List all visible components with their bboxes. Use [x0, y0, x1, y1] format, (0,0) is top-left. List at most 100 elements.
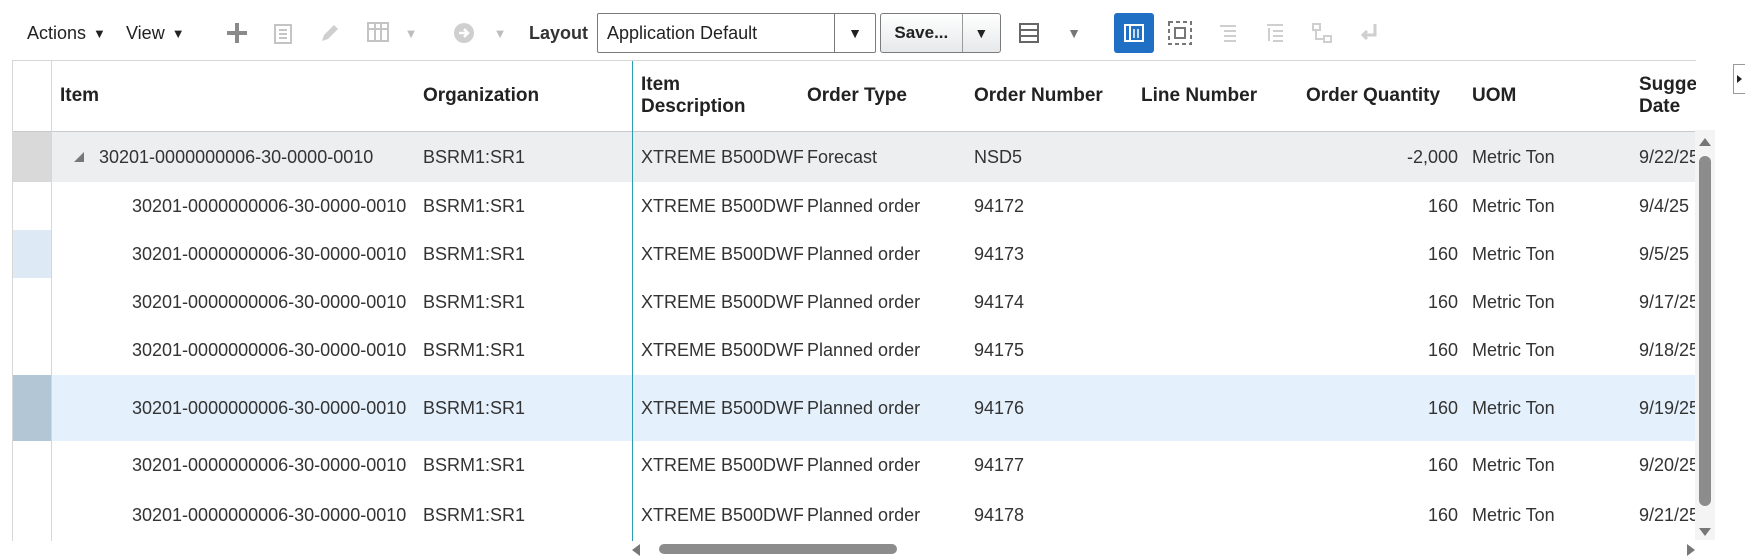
- table-header: Item Organization Item Description Order…: [13, 61, 1696, 132]
- organization-cell: BSRM1:SR1: [423, 504, 526, 525]
- actions-menu-label: Actions: [27, 22, 87, 43]
- order-type-cell: Planned order: [807, 454, 921, 475]
- table-row[interactable]: 30201-0000000006-30-0000-0010 BSRM1:SR1 …: [13, 278, 1696, 327]
- column-header-order-number[interactable]: Order Number: [974, 61, 1134, 131]
- duplicate-button[interactable]: [267, 13, 299, 53]
- row-selector[interactable]: [13, 230, 52, 278]
- row-selector[interactable]: [13, 375, 52, 441]
- table-row[interactable]: 30201-0000000006-30-0000-0010 BSRM1:SR1 …: [13, 326, 1696, 376]
- organization-cell: BSRM1:SR1: [423, 340, 526, 360]
- columns-icon: [367, 22, 389, 42]
- horizontal-scroll-thumb[interactable]: [659, 544, 897, 554]
- detach-button[interactable]: [1164, 13, 1196, 53]
- order-quantity-cell: 160: [1427, 243, 1458, 264]
- wrap-button[interactable]: [1353, 13, 1385, 53]
- chevron-right-icon: [1737, 75, 1742, 83]
- columns-dropdown[interactable]: ▼: [399, 13, 423, 53]
- go-button[interactable]: [448, 13, 480, 53]
- chevron-down-icon: ▼: [974, 25, 989, 41]
- format-dropdown[interactable]: ▼: [1060, 13, 1088, 53]
- table-row[interactable]: 30201-0000000006-30-0000-0010 BSRM1:SR1 …: [13, 441, 1696, 490]
- expand-all-button[interactable]: [1212, 13, 1244, 53]
- chevron-down-icon: ▼: [171, 25, 185, 41]
- scroll-right-icon[interactable]: [1687, 544, 1695, 556]
- scroll-up-icon[interactable]: [1699, 138, 1711, 146]
- table-row[interactable]: 30201-0000000006-30-0000-0010 BSRM1:SR1 …: [13, 230, 1696, 279]
- layout-label: Layout: [529, 22, 589, 43]
- column-header-order-type[interactable]: Order Type: [807, 61, 967, 131]
- organization-cell: BSRM1:SR1: [423, 291, 526, 312]
- layout-select-value: Application Default: [607, 22, 758, 43]
- vertical-scroll-thumb[interactable]: [1699, 156, 1711, 506]
- actions-menu[interactable]: Actions ▼: [27, 0, 106, 66]
- line-number-cell: [1141, 326, 1301, 375]
- list-format-button[interactable]: [1013, 13, 1045, 53]
- item-cell: 30201-0000000006-30-0000-0010: [132, 195, 407, 216]
- edit-button[interactable]: [314, 13, 346, 53]
- scroll-down-icon[interactable]: [1699, 528, 1711, 536]
- organization-cell: BSRM1:SR1: [423, 397, 526, 418]
- item-cell: 30201-0000000006-30-0000-0010: [132, 504, 407, 525]
- organization-cell: BSRM1:SR1: [423, 243, 526, 264]
- column-header-item-description[interactable]: Item Description: [641, 61, 801, 131]
- item-cell: 30201-0000000006-30-0000-0010: [132, 291, 407, 312]
- save-layout-button[interactable]: Save... ▼: [880, 13, 1001, 53]
- order-quantity-cell: 160: [1427, 504, 1458, 525]
- expanded-triangle-icon[interactable]: [73, 151, 85, 163]
- line-number-cell: [1141, 182, 1301, 230]
- row-header-divider: [51, 61, 52, 541]
- order-number-cell: 94174: [974, 291, 1025, 312]
- line-number-cell: [1141, 375, 1301, 441]
- row-selector[interactable]: [13, 489, 52, 541]
- frozen-column-divider[interactable]: [632, 61, 633, 541]
- description-cell: XTREME B500DWF: [641, 454, 803, 475]
- vertical-scrollbar[interactable]: [1695, 130, 1715, 540]
- description-cell: XTREME B500DWF: [641, 291, 803, 312]
- column-header-line-number[interactable]: Line Number: [1141, 61, 1301, 131]
- layout-dropdown-button[interactable]: ▼: [834, 14, 875, 52]
- row-selector[interactable]: [13, 278, 52, 326]
- columns-button[interactable]: [362, 13, 394, 53]
- row-selector[interactable]: [13, 182, 52, 230]
- row-selector[interactable]: [13, 441, 52, 489]
- suggested-date-cell: 9/21/25: [1639, 504, 1696, 525]
- row-selector[interactable]: [13, 132, 52, 182]
- order-quantity-cell: 160: [1427, 195, 1458, 216]
- order-type-cell: Planned order: [807, 291, 921, 312]
- column-header-order-quantity[interactable]: Order Quantity: [1306, 61, 1466, 131]
- description-cell: XTREME B500DWF: [641, 340, 803, 360]
- suggested-date-cell: 9/18/25: [1639, 340, 1696, 360]
- hierarchy-icon: [1312, 23, 1332, 43]
- column-header-uom[interactable]: UOM: [1472, 61, 1592, 131]
- order-quantity-cell: 160: [1427, 291, 1458, 312]
- scroll-left-icon[interactable]: [632, 544, 640, 556]
- column-header-item[interactable]: Item: [60, 61, 380, 131]
- freeze-button[interactable]: [1114, 13, 1154, 53]
- hierarchy-button[interactable]: [1306, 13, 1338, 53]
- add-row-button[interactable]: [221, 13, 253, 53]
- description-cell: XTREME B500DWF: [641, 146, 803, 167]
- view-menu[interactable]: View ▼: [126, 0, 185, 66]
- table-row[interactable]: 30201-0000000006-30-0000-0010 BSRM1:SR1 …: [13, 132, 1696, 183]
- order-quantity-cell: 160: [1427, 397, 1458, 418]
- row-selector[interactable]: [13, 326, 52, 375]
- table-row-selected[interactable]: 30201-0000000006-30-0000-0010 BSRM1:SR1 …: [13, 375, 1696, 442]
- suggested-date-cell: 9/19/25: [1639, 397, 1696, 418]
- description-cell: XTREME B500DWF: [641, 195, 803, 216]
- horizontal-scrollbar[interactable]: [632, 542, 1695, 556]
- collapse-all-button[interactable]: [1259, 13, 1291, 53]
- pencil-icon: [322, 25, 338, 41]
- suggested-date-cell: 9/4/25: [1639, 195, 1690, 216]
- view-menu-label: View: [126, 22, 165, 43]
- save-dropdown-button[interactable]: ▼: [961, 14, 1000, 52]
- side-panel-toggle[interactable]: [1733, 64, 1745, 94]
- column-header-suggested-date[interactable]: Sugge Date: [1639, 61, 1696, 131]
- go-dropdown[interactable]: ▼: [488, 13, 512, 53]
- order-number-cell: 94175: [974, 340, 1025, 360]
- layout-select[interactable]: Application Default ▼: [597, 13, 876, 53]
- table-row[interactable]: 30201-0000000006-30-0000-0010 BSRM1:SR1 …: [13, 182, 1696, 231]
- order-number-cell: 94177: [974, 454, 1025, 475]
- order-number-cell: 94178: [974, 504, 1025, 525]
- column-header-organization[interactable]: Organization: [423, 61, 623, 131]
- table-row[interactable]: 30201-0000000006-30-0000-0010 BSRM1:SR1 …: [13, 489, 1696, 541]
